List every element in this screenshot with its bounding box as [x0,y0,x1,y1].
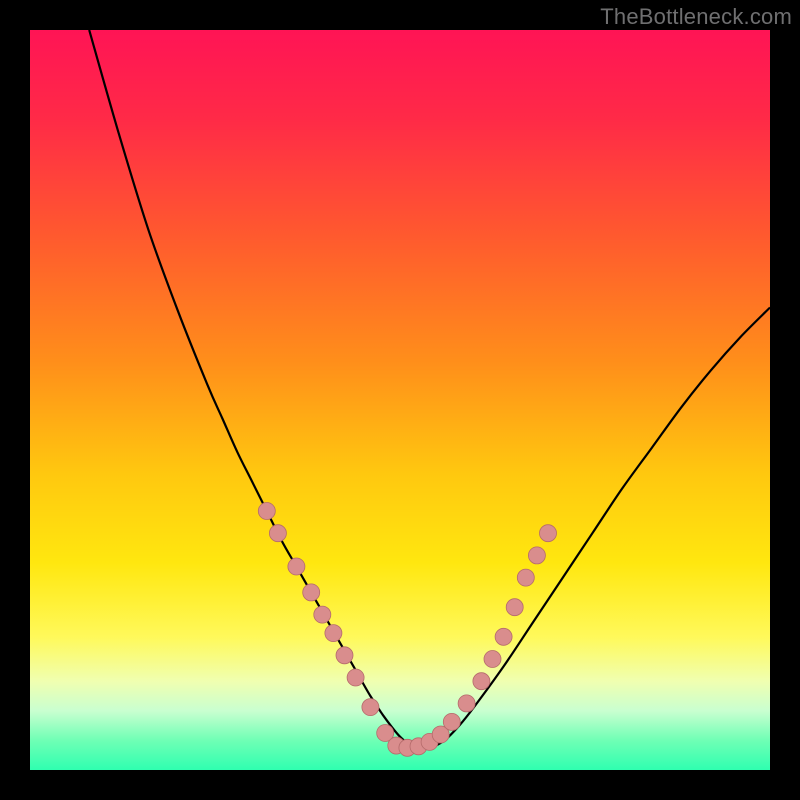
data-marker [528,547,545,564]
data-marker [258,503,275,520]
watermark-text: TheBottleneck.com [600,4,792,30]
data-marker [458,695,475,712]
data-marker [288,558,305,575]
data-marker [347,669,364,686]
data-marker [314,606,331,623]
data-marker [303,584,320,601]
data-marker [443,713,460,730]
data-marker [506,599,523,616]
data-marker [473,673,490,690]
chart-svg [30,30,770,770]
chart-frame: TheBottleneck.com [0,0,800,800]
data-marker [517,569,534,586]
plot-area [30,30,770,770]
data-marker [540,525,557,542]
data-marker [269,525,286,542]
data-marker [484,651,501,668]
data-marker [336,647,353,664]
gradient-background [30,30,770,770]
data-marker [325,625,342,642]
data-marker [495,628,512,645]
data-marker [362,699,379,716]
